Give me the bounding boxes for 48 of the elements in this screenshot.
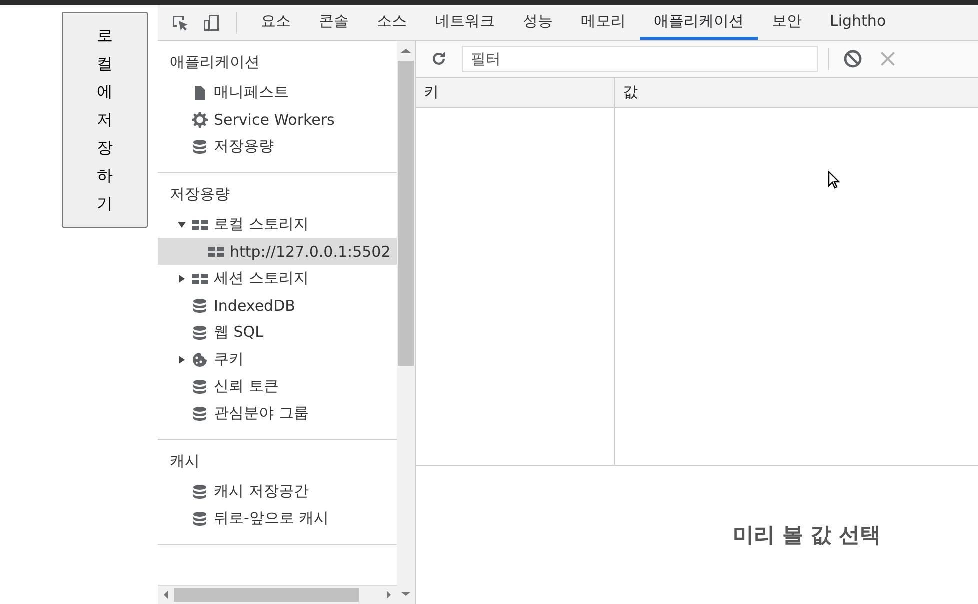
save-to-local-button[interactable]: 로컬에저장하기 (62, 12, 148, 228)
tab[interactable]: 네트워크 (421, 5, 509, 40)
sidebar-item[interactable]: Service Workers (158, 106, 397, 133)
vertical-scrollbar[interactable] (397, 41, 415, 604)
sidebar-item[interactable]: http://127.0.0.1:5502 (158, 238, 397, 265)
expand-arrow-icon[interactable] (178, 274, 186, 282)
section-heading: 저장용량 (169, 184, 231, 205)
horizontal-scrollbar[interactable] (158, 585, 397, 604)
section-heading: 애플리케이션 (169, 52, 261, 73)
sidebar-item[interactable]: 세션 스토리지 (158, 265, 397, 292)
gear-icon (192, 112, 208, 128)
column-header[interactable]: 키 (416, 78, 615, 107)
sidebar-item[interactable]: 쿠키 (158, 346, 397, 373)
tab[interactable]: Lightho (816, 5, 900, 40)
sidebar-item[interactable]: 저장용량 (158, 133, 397, 160)
database-icon (192, 138, 208, 154)
filter-field[interactable]: 필터 (462, 46, 818, 72)
file-icon (192, 84, 208, 100)
tab[interactable]: 소스 (363, 5, 421, 40)
sidebar-item[interactable]: 신뢰 토큰 (158, 373, 397, 400)
device-toolbar-icon[interactable] (202, 12, 222, 32)
mouse-cursor-icon (828, 171, 840, 189)
sidebar-item[interactable]: 뒤로-앞으로 캐시 (158, 505, 397, 532)
sidebar-item[interactable]: 관심분야 그룹 (158, 400, 397, 427)
tab[interactable]: 보안 (758, 5, 816, 40)
expand-arrow-icon[interactable] (178, 356, 186, 364)
sidebar-item[interactable]: IndexedDB (158, 292, 397, 319)
database-icon (192, 324, 208, 340)
tab[interactable]: 콘솔 (305, 5, 363, 40)
sidebar-item[interactable]: 웹 SQL (158, 319, 397, 346)
database-icon (192, 406, 208, 422)
sidebar-item[interactable]: 캐시 저장공간 (158, 478, 397, 505)
refresh-icon[interactable] (430, 50, 448, 68)
section-heading: 캐시 (169, 451, 201, 472)
database-icon (192, 378, 208, 394)
sidebar-item[interactable]: 로컬 스토리지 (158, 211, 397, 238)
database-icon (192, 484, 208, 500)
expand-arrow-icon[interactable] (178, 220, 186, 228)
cookie-icon (192, 352, 208, 368)
database-icon (192, 298, 208, 314)
preview-message: 미리 볼 값 선택 (733, 522, 881, 549)
clear-all-icon[interactable] (843, 49, 863, 69)
column-header[interactable]: 값 (615, 78, 638, 107)
tab[interactable]: 메모리 (567, 5, 640, 40)
tab[interactable]: 요소 (247, 5, 305, 40)
sidebar-item[interactable]: 매니페스트 (158, 79, 397, 106)
database-icon (192, 510, 208, 526)
tab[interactable]: 성능 (509, 5, 567, 40)
